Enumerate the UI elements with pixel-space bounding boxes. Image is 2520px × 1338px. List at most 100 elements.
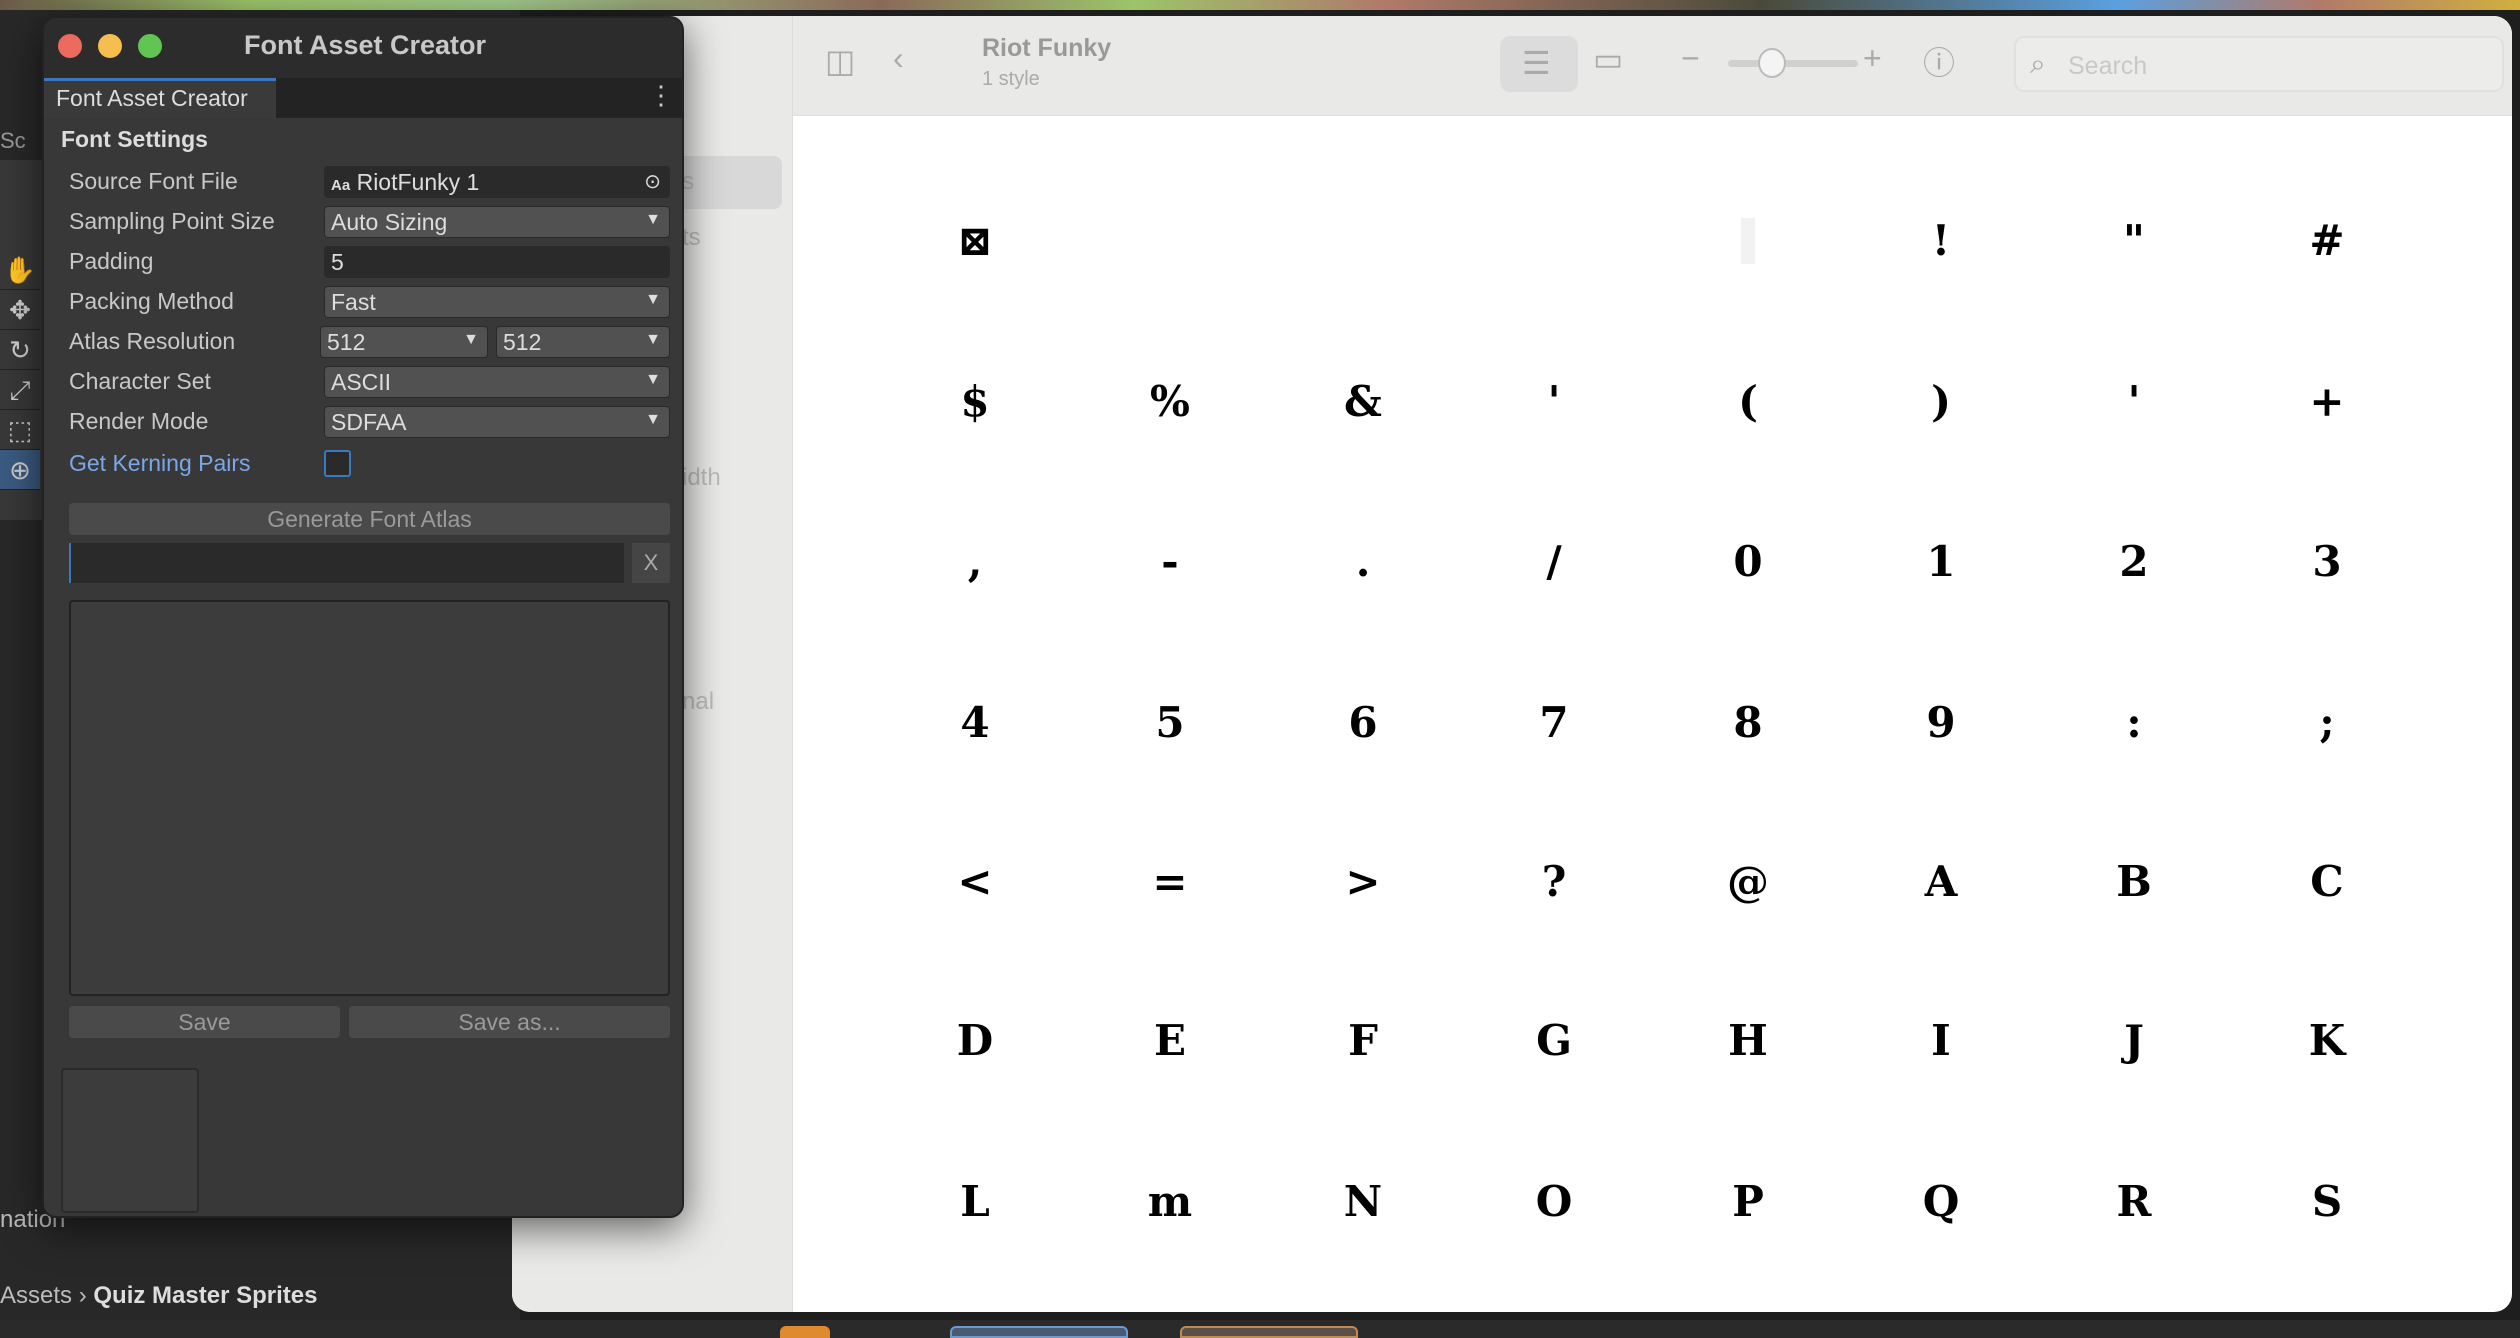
transform-tool-icon[interactable]: ⊕ xyxy=(0,450,40,490)
info-icon[interactable]: ⓘ xyxy=(1923,38,1955,84)
glyph-cell: B xyxy=(2116,857,2152,906)
glyph-cell: ? xyxy=(1541,857,1567,906)
font-asset-icon: Aa xyxy=(331,177,351,194)
scale-tool-icon[interactable]: ⤢ xyxy=(0,370,40,410)
list-icon: ☰ xyxy=(1522,45,1551,81)
dock-item[interactable] xyxy=(780,1326,830,1338)
dock-item[interactable] xyxy=(1180,1326,1358,1338)
glyph-cell: 0 xyxy=(1733,537,1763,586)
save-button[interactable]: Save xyxy=(69,1006,340,1038)
close-button[interactable] xyxy=(58,34,82,58)
glyph-cell: ( xyxy=(1738,377,1758,426)
minimize-button[interactable] xyxy=(98,34,122,58)
glyph-cell: Q xyxy=(1922,1177,1960,1226)
more-menu-icon[interactable]: ⋮ xyxy=(648,80,674,111)
glyph-cell: . xyxy=(1355,537,1371,586)
sampling-size-dropdown[interactable]: Auto Sizing ▼ xyxy=(324,206,670,238)
source-font-field[interactable]: Aa RiotFunky 1 ⊙ xyxy=(324,166,670,198)
glyph-cell: G xyxy=(1536,1016,1572,1065)
atlas-height-dropdown[interactable]: 512 ▼ xyxy=(496,326,670,358)
rotate-tool-icon[interactable]: ↻ xyxy=(0,330,40,370)
glyph-cell: , xyxy=(967,537,983,586)
list-view-button[interactable]: ☰ xyxy=(1500,36,1578,92)
glyph-cell xyxy=(1688,181,1808,301)
glyph-cell: $ xyxy=(960,377,990,426)
zoom-out-icon[interactable]: − xyxy=(1681,40,1700,77)
glyph-cell: 2 xyxy=(2119,537,2149,586)
character-set-label: Character Set xyxy=(69,368,211,394)
back-chevron-icon[interactable]: ‹ xyxy=(893,40,904,77)
atlas-width-dropdown[interactable]: 512 ▼ xyxy=(320,326,488,358)
sidebar-item[interactable]: nal xyxy=(682,688,714,716)
kerning-label: Get Kerning Pairs xyxy=(69,450,251,476)
dropdown-arrow-icon: ▼ xyxy=(463,331,479,348)
font-asset-creator-window: Font Asset Creator Font Asset Creator ⋮ … xyxy=(42,16,684,1218)
breadcrumb-assets[interactable]: Assets xyxy=(0,1282,72,1309)
search-input[interactable]: ⌕ Search xyxy=(2014,36,2504,92)
glyph-cell: S xyxy=(2311,1177,2343,1226)
glyph-cell: ; xyxy=(2319,698,2335,747)
font-book-window: s ts idth nal ◫ ‹ Riot Funky 1 style ☰ ▭… xyxy=(512,16,2512,1312)
glyph-cell: 9 xyxy=(1926,698,1956,747)
object-picker-icon[interactable]: ⊙ xyxy=(644,169,661,194)
render-mode-dropdown[interactable]: SDFAA ▼ xyxy=(324,406,670,438)
zoom-in-icon[interactable]: + xyxy=(1863,40,1882,77)
grid-view-icon[interactable]: ▭ xyxy=(1593,40,1623,78)
save-as-button[interactable]: Save as... xyxy=(349,1006,670,1038)
dropdown-arrow-icon: ▼ xyxy=(645,211,661,228)
progress-field xyxy=(69,543,624,583)
glyph-cell: 3 xyxy=(2312,537,2342,586)
glyph-cell: : xyxy=(2126,698,2142,747)
glyph-cell: < xyxy=(957,857,993,906)
padding-input[interactable]: 5 xyxy=(324,246,670,278)
hand-tool-icon[interactable]: ✋ xyxy=(0,250,40,290)
glyph-cell: = xyxy=(1152,857,1188,906)
glyph-cell: O xyxy=(1535,1177,1573,1226)
dropdown-arrow-icon: ▼ xyxy=(645,291,661,308)
dock-item[interactable] xyxy=(950,1326,1128,1338)
glyph-cell: ' xyxy=(2127,377,2141,426)
glyph-cell xyxy=(1303,181,1423,301)
glyph-cell: E xyxy=(1153,1016,1186,1065)
dropdown-arrow-icon: ▼ xyxy=(645,411,661,428)
kerning-checkbox[interactable] xyxy=(324,450,351,477)
glyph-cell: > xyxy=(1345,857,1381,906)
sidebar-item[interactable]: ts xyxy=(682,224,701,252)
sidebar-toggle-icon[interactable]: ◫ xyxy=(825,42,855,80)
rect-tool-icon[interactable]: ⬚ xyxy=(0,410,40,450)
scene-tab-fragment[interactable]: Sc xyxy=(0,128,26,154)
clear-button[interactable]: X xyxy=(632,543,670,583)
zoom-slider-thumb[interactable] xyxy=(1758,48,1786,78)
glyph-cell: 7 xyxy=(1539,698,1569,747)
glyph-cell: 1 xyxy=(1926,537,1956,586)
section-heading: Font Settings xyxy=(61,126,208,152)
zoom-button[interactable] xyxy=(138,34,162,58)
dropdown-arrow-icon: ▼ xyxy=(645,331,661,348)
search-icon: ⌕ xyxy=(2030,48,2046,79)
breadcrumb-folder[interactable]: Quiz Master Sprites xyxy=(93,1282,317,1309)
zoom-slider[interactable] xyxy=(1728,48,1858,78)
font-title: Riot Funky xyxy=(982,34,1112,62)
packing-method-dropdown[interactable]: Fast ▼ xyxy=(324,286,670,318)
glyph-cell: F xyxy=(1348,1016,1378,1065)
glyph-cell: D xyxy=(956,1016,994,1065)
chevron-right-icon: › xyxy=(78,1282,94,1309)
glyph-cell: ) xyxy=(1931,377,1951,426)
render-mode-label: Render Mode xyxy=(69,408,209,434)
move-tool-icon[interactable]: ✥ xyxy=(0,290,40,330)
glyph-cell: R xyxy=(2116,1177,2152,1226)
glyph-cell: L xyxy=(960,1177,990,1226)
packing-method-label: Packing Method xyxy=(69,288,234,314)
glyph-cell: N xyxy=(1343,1177,1383,1226)
tab-font-asset-creator[interactable]: Font Asset Creator xyxy=(44,78,276,118)
generate-atlas-button[interactable]: Generate Font Atlas xyxy=(69,503,670,535)
glyph-cell: C xyxy=(2310,857,2344,906)
glyph-cell: 5 xyxy=(1155,698,1185,747)
font-subtitle: 1 style xyxy=(982,68,1040,90)
glyph-cell: + xyxy=(2309,377,2345,426)
glyph-cell: & xyxy=(1344,377,1382,426)
character-set-dropdown[interactable]: ASCII ▼ xyxy=(324,366,670,398)
sidebar-item[interactable]: idth xyxy=(682,464,721,492)
glyph-cell: 6 xyxy=(1348,698,1378,747)
glyph-cell: - xyxy=(1161,537,1179,586)
